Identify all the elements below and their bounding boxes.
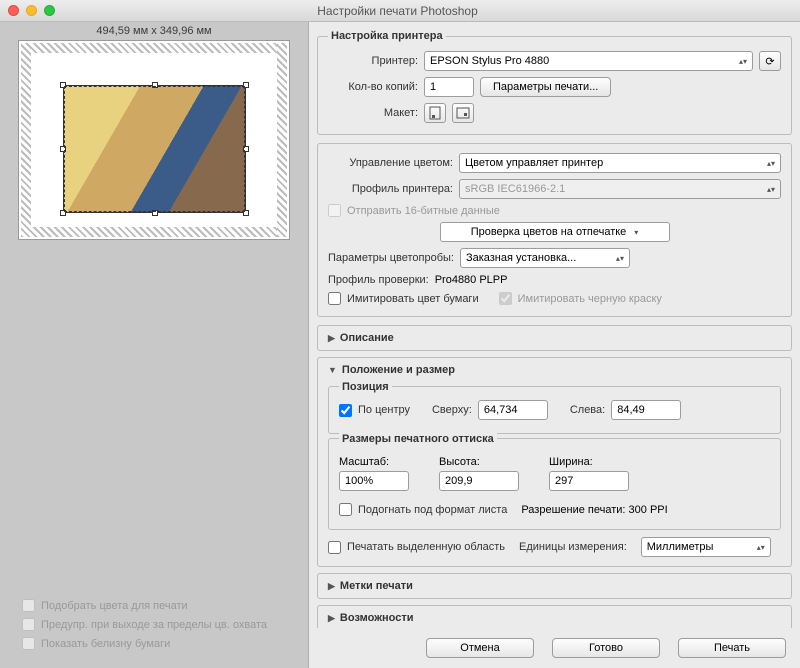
- copies-input[interactable]: [424, 77, 474, 97]
- fit-media-checkbox[interactable]: Подогнать под формат листа: [339, 503, 507, 516]
- copies-label: Кол-во копий:: [328, 81, 418, 93]
- landscape-icon[interactable]: [452, 103, 474, 123]
- functions-section[interactable]: ▶Возможности: [317, 605, 792, 628]
- disclosure-triangle-icon: ▶: [328, 333, 335, 344]
- printer-profile-select: sRGB IEC61966-2.1▴▾: [459, 179, 781, 199]
- send-16bit-checkbox: Отправить 16-битные данные: [328, 202, 781, 219]
- done-button[interactable]: Готово: [552, 638, 660, 658]
- printer-refresh-icon[interactable]: ⟳: [759, 51, 781, 71]
- disclosure-triangle-icon: ▼: [328, 365, 337, 375]
- print-button[interactable]: Печать: [678, 638, 786, 658]
- color-handling-label: Управление цветом:: [328, 157, 453, 169]
- center-checkbox[interactable]: По центру: [339, 404, 410, 417]
- printer-label: Принтер:: [328, 55, 418, 67]
- left-input[interactable]: [611, 400, 681, 420]
- color-handling-select[interactable]: Цветом управляет принтер▴▾: [459, 153, 781, 173]
- scale-label: Масштаб:: [339, 456, 409, 468]
- gamut-warning-checkbox: Предупр. при выходе за пределы цв. охват…: [22, 618, 267, 631]
- color-management-group: Управление цветом: Цветом управляет прин…: [317, 143, 792, 317]
- height-input[interactable]: [439, 471, 519, 491]
- disclosure-triangle-icon: ▶: [328, 581, 335, 592]
- height-label: Высота:: [439, 456, 519, 468]
- proof-colors-toggle[interactable]: Проверка цветов на отпечатке▾: [440, 222, 670, 242]
- close-icon[interactable]: [8, 5, 19, 16]
- titlebar: Настройки печати Photoshop: [0, 0, 800, 22]
- units-select[interactable]: Миллиметры▴▾: [641, 537, 771, 557]
- show-paper-white-checkbox: Показать белизну бумаги: [22, 637, 267, 650]
- match-print-colors-checkbox: Подобрать цвета для печати: [22, 599, 267, 612]
- minimize-icon[interactable]: [26, 5, 37, 16]
- dialog-footer: Отмена Готово Печать: [309, 628, 800, 668]
- width-label: Ширина:: [549, 456, 629, 468]
- scale-input[interactable]: [339, 471, 409, 491]
- preview-panel: 494,59 мм x 349,96 мм Подобрать цвета дл…: [0, 22, 308, 668]
- simulate-paper-checkbox[interactable]: Имитировать цвет бумаги: [328, 292, 479, 305]
- cancel-button[interactable]: Отмена: [426, 638, 534, 658]
- proof-profile-label: Профиль проверки:: [328, 274, 429, 286]
- disclosure-triangle-icon: ▶: [328, 613, 335, 624]
- window-title: Настройки печати Photoshop: [55, 4, 740, 18]
- scaled-size-group: Размеры печатного оттиска Масштаб: Высот…: [328, 438, 781, 530]
- printer-profile-label: Профиль принтера:: [328, 183, 453, 195]
- top-input[interactable]: [478, 400, 548, 420]
- print-marks-section[interactable]: ▶Метки печати: [317, 573, 792, 599]
- proof-profile-value: Pro4880 PLPP: [435, 274, 508, 286]
- zoom-icon[interactable]: [44, 5, 55, 16]
- position-group: Позиция По центру Сверху: Слева:: [328, 386, 781, 434]
- printer-select[interactable]: EPSON Stylus Pro 4880▴▾: [424, 51, 753, 71]
- width-input[interactable]: [549, 471, 629, 491]
- position-size-section: ▼Положение и размер Позиция По центру Св…: [317, 357, 792, 567]
- left-label: Слева:: [570, 404, 605, 416]
- preview-image[interactable]: [63, 85, 246, 213]
- simulate-black-checkbox: Имитировать черную краску: [499, 292, 662, 305]
- description-section[interactable]: ▶Описание: [317, 325, 792, 351]
- print-parameters-button[interactable]: Параметры печати...: [480, 77, 611, 97]
- proof-params-select[interactable]: Заказная установка...▴▾: [460, 248, 630, 268]
- printer-setup-group: Настройка принтера Принтер: EPSON Stylus…: [317, 30, 792, 135]
- top-label: Сверху:: [432, 404, 472, 416]
- print-preview[interactable]: [18, 40, 290, 240]
- proof-params-label: Параметры цветопробы:: [328, 252, 454, 264]
- units-label: Единицы измерения:: [519, 541, 627, 553]
- print-resolution-label: Разрешение печати: 300 PPI: [521, 504, 667, 516]
- printer-setup-legend: Настройка принтера: [328, 30, 446, 42]
- layout-label: Макет:: [328, 107, 418, 119]
- canvas-dimensions: 494,59 мм x 349,96 мм: [0, 22, 308, 40]
- portrait-icon[interactable]: [424, 103, 446, 123]
- print-selected-checkbox[interactable]: Печатать выделенную область: [328, 541, 505, 554]
